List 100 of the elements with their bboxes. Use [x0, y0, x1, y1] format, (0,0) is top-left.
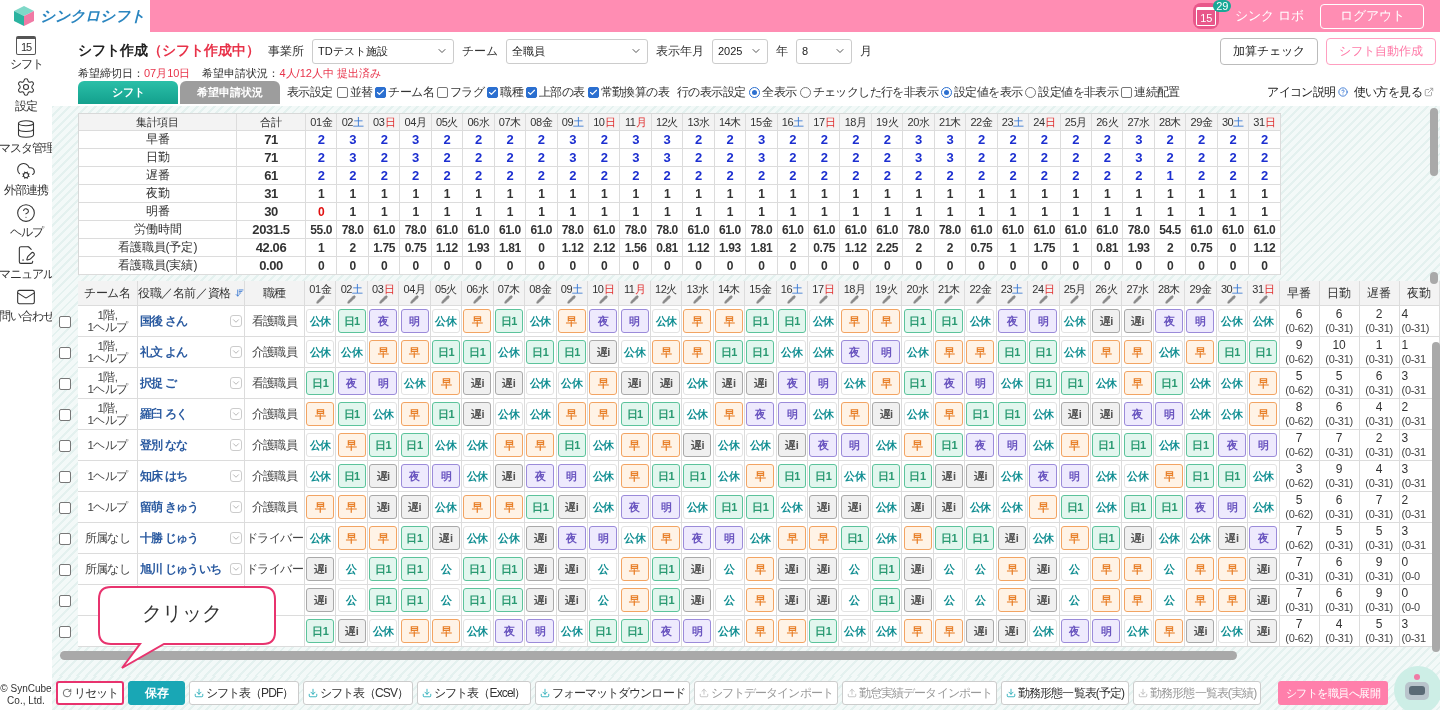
- shift-chip[interactable]: 早: [1060, 526, 1089, 550]
- shift-chip[interactable]: 公休: [306, 464, 335, 488]
- staff-name[interactable]: 登別 なな: [140, 436, 188, 454]
- shift-chip[interactable]: 公休: [1249, 309, 1278, 333]
- pencil-icon[interactable]: [472, 294, 482, 304]
- checkbox[interactable]: [336, 86, 348, 98]
- shift-chip[interactable]: 遅i: [1249, 588, 1278, 612]
- shift-chip[interactable]: 日1: [494, 309, 523, 333]
- shift-chip[interactable]: 日1: [337, 464, 366, 488]
- shift-chip[interactable]: 夜: [400, 464, 429, 488]
- shift-chip[interactable]: 早: [620, 588, 649, 612]
- shift-chip[interactable]: 遅i: [714, 371, 743, 395]
- shift-chip[interactable]: 早: [369, 526, 398, 550]
- shift-chip[interactable]: 日1: [1092, 433, 1121, 457]
- shift-chip[interactable]: 公休: [714, 464, 743, 488]
- checkbox[interactable]: [526, 86, 538, 98]
- shift-chip[interactable]: 公休: [809, 402, 838, 426]
- staff-name[interactable]: 羅臼 ろく: [140, 405, 188, 423]
- shift-chip[interactable]: 公休: [714, 619, 743, 643]
- shift-chip[interactable]: 遅i: [431, 526, 460, 550]
- shift-chip[interactable]: 夜: [777, 371, 806, 395]
- shift-chip[interactable]: 遅i: [557, 588, 586, 612]
- shift-chip[interactable]: 早: [494, 495, 523, 519]
- radio-option[interactable]: 設定値を非表示: [1025, 84, 1119, 100]
- pencil-icon[interactable]: [378, 294, 388, 304]
- shift-chip[interactable]: 日1: [526, 340, 555, 364]
- shift-chip[interactable]: 早: [934, 402, 963, 426]
- staff-name[interactable]: 国後 さん: [140, 312, 188, 330]
- row-checkbox[interactable]: [59, 315, 71, 328]
- shift-chip[interactable]: 早: [746, 557, 775, 581]
- shift-chip[interactable]: 日1: [369, 557, 398, 581]
- shift-chip[interactable]: 公休: [589, 495, 618, 519]
- shift-chip[interactable]: 遅i: [557, 557, 586, 581]
- shift-chip[interactable]: 早: [1123, 588, 1152, 612]
- shift-chip[interactable]: 早: [714, 309, 743, 333]
- dropdown-button[interactable]: [230, 439, 242, 451]
- shift-chip[interactable]: 遅i: [620, 371, 649, 395]
- shift-chip[interactable]: 日1: [620, 619, 649, 643]
- checkbox-option[interactable]: 連続配置: [1121, 84, 1180, 100]
- shift-chip[interactable]: 公休: [494, 526, 523, 550]
- checkbox-option[interactable]: 上部の表: [526, 84, 585, 100]
- shift-chip[interactable]: 早: [1123, 557, 1152, 581]
- shift-chip[interactable]: 早: [714, 402, 743, 426]
- shift-chip[interactable]: 公休: [620, 526, 649, 550]
- shift-chip[interactable]: 早: [1155, 619, 1184, 643]
- shift-chip[interactable]: 夜: [840, 340, 869, 364]
- radio-option[interactable]: 全表示: [749, 84, 797, 100]
- shift-chip[interactable]: 日1: [1029, 340, 1058, 364]
- shift-chip[interactable]: 日1: [714, 340, 743, 364]
- shift-chip[interactable]: 日1: [1217, 464, 1246, 488]
- shift-chip[interactable]: 日1: [1123, 495, 1152, 519]
- row-checkbox[interactable]: [59, 377, 71, 390]
- shift-chip[interactable]: 公休: [966, 309, 995, 333]
- pencil-icon[interactable]: [755, 294, 765, 304]
- shift-chip[interactable]: 公休: [683, 402, 712, 426]
- shift-chip[interactable]: 夜: [494, 619, 523, 643]
- shift-chip[interactable]: 遅i: [306, 588, 335, 612]
- shift-chip[interactable]: 公休: [431, 433, 460, 457]
- shift-chip[interactable]: 早: [683, 309, 712, 333]
- shift-chip[interactable]: 公休: [872, 433, 901, 457]
- shift-chip[interactable]: 早: [997, 557, 1026, 581]
- shift-chip[interactable]: 日1: [652, 557, 681, 581]
- shift-chip[interactable]: 日1: [557, 433, 586, 457]
- shift-chip[interactable]: 公休: [1186, 371, 1215, 395]
- shift-chip[interactable]: 公: [337, 557, 366, 581]
- pencil-icon[interactable]: [598, 294, 608, 304]
- scrollbar-thumb[interactable]: [1432, 342, 1440, 652]
- shift-chip[interactable]: 早: [903, 619, 932, 643]
- shift-chip[interactable]: 日1: [400, 433, 429, 457]
- shift-chip[interactable]: 公休: [840, 371, 869, 395]
- shift-chip[interactable]: 明: [620, 309, 649, 333]
- shift-chip[interactable]: 日1: [652, 402, 681, 426]
- shift-chip[interactable]: 遅i: [1217, 526, 1246, 550]
- shift-chip[interactable]: 早: [1249, 371, 1278, 395]
- shift-chip[interactable]: 夜: [557, 526, 586, 550]
- pencil-icon[interactable]: [567, 294, 577, 304]
- shift-chip[interactable]: 日1: [589, 619, 618, 643]
- shift-chip[interactable]: 日1: [369, 433, 398, 457]
- shift-chip[interactable]: 公休: [746, 433, 775, 457]
- shift-chip[interactable]: 公休: [777, 495, 806, 519]
- shift-chip[interactable]: 早: [557, 309, 586, 333]
- shift-chip[interactable]: 日1: [652, 464, 681, 488]
- shift-chip[interactable]: 遅i: [809, 588, 838, 612]
- shift-chip[interactable]: 日1: [463, 340, 492, 364]
- shift-chip[interactable]: 公休: [1123, 464, 1152, 488]
- logout-button[interactable]: ログアウト: [1320, 3, 1424, 29]
- shift-chip[interactable]: 日1: [777, 464, 806, 488]
- shift-chip[interactable]: 遅i: [1060, 402, 1089, 426]
- shift-chip[interactable]: 公休: [997, 464, 1026, 488]
- shift-chip[interactable]: 公休: [777, 340, 806, 364]
- deploy-button[interactable]: シフトを職員へ展開: [1277, 681, 1388, 705]
- shift-chip[interactable]: 早: [746, 588, 775, 612]
- pencil-icon[interactable]: [347, 294, 357, 304]
- shift-chip[interactable]: 遅i: [589, 340, 618, 364]
- shift-chip[interactable]: 明: [400, 309, 429, 333]
- shift-chip[interactable]: 日1: [1060, 371, 1089, 395]
- shift-chip[interactable]: 遅i: [777, 588, 806, 612]
- select-field[interactable]: TDテスト施設: [312, 38, 454, 64]
- shift-chip[interactable]: 日1: [1186, 433, 1215, 457]
- staff-name[interactable]: 礼文 よん: [140, 343, 188, 361]
